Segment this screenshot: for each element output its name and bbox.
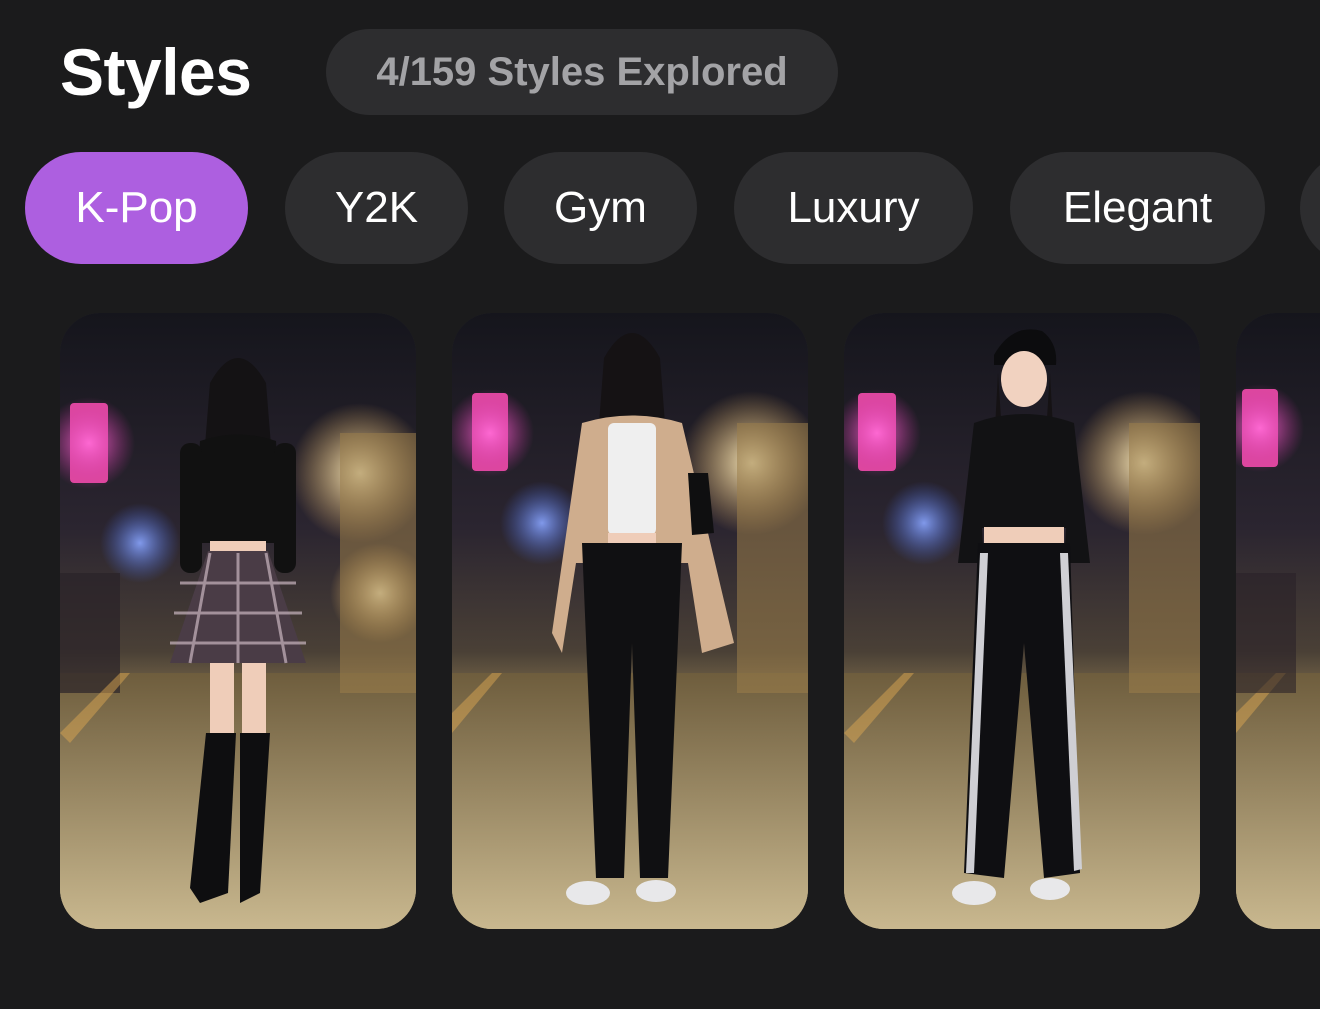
category-chip-more[interactable] [1300, 152, 1320, 264]
style-card[interactable] [452, 313, 808, 929]
style-preview-image [1236, 313, 1320, 929]
styles-explored-badge: 4/159 Styles Explored [326, 29, 838, 115]
page-title: Styles [60, 35, 252, 109]
category-chip-gym[interactable]: Gym [504, 152, 697, 264]
style-card[interactable] [844, 313, 1200, 929]
style-preview-image [452, 313, 808, 929]
styles-screen: Styles 4/159 Styles Explored K-Pop Y2K G… [0, 0, 1320, 1009]
category-chip-elegant[interactable]: Elegant [1010, 152, 1265, 264]
category-chip-y2k[interactable]: Y2K [285, 152, 468, 264]
style-preview-image [60, 313, 416, 929]
category-chip-kpop[interactable]: K-Pop [25, 152, 248, 264]
style-preview-image [844, 313, 1200, 929]
style-card[interactable] [60, 313, 416, 929]
style-card[interactable] [1236, 313, 1320, 929]
category-chip-luxury[interactable]: Luxury [734, 152, 973, 264]
